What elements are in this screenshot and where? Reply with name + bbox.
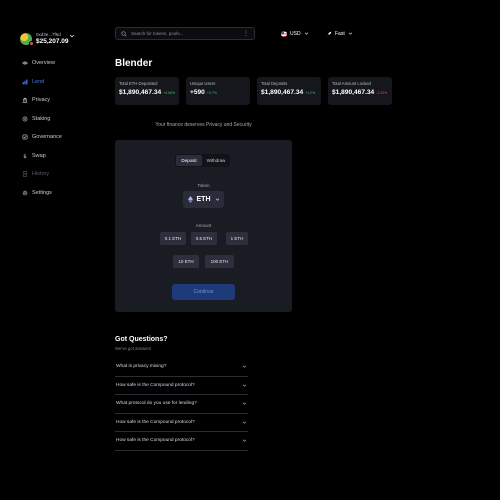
- amount-option[interactable]: 0.1 ETH: [160, 232, 186, 245]
- avatar: [20, 33, 34, 46]
- token-name: ETH: [196, 196, 211, 203]
- speed-selector[interactable]: Fast: [327, 29, 353, 38]
- sidebar-item-settings[interactable]: Settings: [22, 184, 92, 203]
- svg-text:$: $: [23, 154, 26, 159]
- eye-icon: [22, 61, 28, 65]
- chevron-down-icon: [242, 365, 247, 368]
- sidebar-item-swap[interactable]: $ Swap: [22, 147, 92, 166]
- sidebar-item-label: History: [32, 171, 50, 178]
- us-flag-icon: [281, 30, 287, 37]
- chart-icon: [22, 79, 28, 85]
- tab-withdraw[interactable]: Withdraw: [203, 155, 229, 166]
- stat-label: Unique Users: [190, 81, 216, 86]
- chevron-down-icon: [348, 32, 352, 35]
- sidebar-item-label: Settings: [32, 189, 52, 196]
- amount-option[interactable]: 0.5 ETH: [191, 232, 217, 245]
- sidebar-item-privacy[interactable]: Privacy: [22, 91, 92, 110]
- stat-card: Unique Users +590 +0.7%: [186, 77, 250, 105]
- stats-row: Total ETH Deposited $1,890,467.34 +4.56%…: [115, 77, 392, 105]
- faq-item[interactable]: How safe is the Compound protocol?: [115, 377, 248, 395]
- stat-delta: +4.56%: [163, 91, 176, 96]
- amount-label: Amount: [195, 223, 212, 228]
- rocket-icon: [327, 31, 332, 36]
- faq-question: What is privacy mixing?: [116, 364, 167, 370]
- faq-item[interactable]: What is privacy mixing?: [115, 358, 248, 377]
- currency-label: USD: [290, 30, 301, 37]
- deposit-card: Deposit Withdraw Token ETH Amount 0.1 ET…: [115, 140, 292, 312]
- layers-icon: [22, 116, 28, 122]
- tab-deposit[interactable]: Deposit: [176, 155, 202, 166]
- stat-delta: -1.02%: [376, 91, 388, 96]
- chevron-down-icon: [304, 32, 308, 35]
- chevron-down-icon: [242, 421, 247, 424]
- stat-delta: +0.7%: [206, 91, 217, 96]
- amount-option[interactable]: 1 ETH: [226, 232, 248, 245]
- sidebar-item-label: Overview: [32, 60, 55, 67]
- account-balance: $25,207.09: [36, 38, 69, 45]
- stat-card: Total Deposits $1,890,467.34 +1.2%: [257, 77, 321, 105]
- faq-item[interactable]: What protocol do you use for lending?: [115, 395, 248, 414]
- stat-label: Total Deposits: [261, 81, 288, 86]
- amount-option[interactable]: 10 ETH: [173, 255, 199, 268]
- stat-label: Total Amount Locked: [332, 81, 371, 86]
- faq-list: What is privacy mixing? How safe is the …: [115, 358, 248, 451]
- sidebar-item-label: Lend: [32, 78, 45, 85]
- sidebar-item-label: Privacy: [32, 97, 51, 104]
- stat-card: Total Amount Locked $1,890,467.34 -1.02%: [328, 77, 392, 105]
- chevron-down-icon: [242, 402, 247, 405]
- faq-item[interactable]: How safe is the Compound protocol?: [115, 414, 248, 432]
- sidebar-item-history[interactable]: History: [22, 165, 92, 184]
- faq-question: What protocol do you use for lending?: [116, 401, 197, 407]
- network-dot: [29, 41, 34, 46]
- amount-option[interactable]: 100 ETH: [205, 255, 234, 268]
- continue-button[interactable]: Continue: [172, 284, 235, 300]
- stat-value: $1,890,467.34: [332, 89, 375, 97]
- gear-icon: [22, 190, 28, 196]
- faq-question: How safe is the Compound protocol?: [116, 419, 195, 425]
- search-bar: ⋮: [115, 27, 255, 40]
- faq-item[interactable]: How safe is the Compound protocol?: [115, 432, 248, 451]
- page-title: Blender: [115, 58, 153, 69]
- chevron-down-icon[interactable]: [69, 33, 75, 39]
- faq-question: How safe is the Compound protocol?: [116, 382, 195, 388]
- search-input[interactable]: [131, 31, 239, 36]
- dollar-icon: $: [23, 154, 26, 159]
- bank-icon: [22, 97, 28, 103]
- deposit-withdraw-toggle: Deposit Withdraw: [175, 154, 230, 167]
- sidebar-item-governance[interactable]: Governance: [22, 128, 92, 147]
- chevron-down-icon: [242, 439, 247, 442]
- sidebar-item-label: Governance: [32, 134, 62, 141]
- ethereum-icon: [187, 196, 193, 203]
- stat-value: $1,890,467.34: [119, 89, 162, 97]
- tagline: Your finance deserves Privacy and Securi…: [155, 122, 252, 128]
- stat-label: Total ETH Deposited: [119, 81, 158, 86]
- sidebar-item-label: Swap: [32, 152, 46, 159]
- faq-question: How safe is the Compound protocol?: [116, 438, 195, 444]
- speed-label: Fast: [335, 30, 345, 37]
- sidebar-item-staking[interactable]: Staking: [22, 110, 92, 129]
- stat-value: $1,890,467.34: [261, 89, 304, 97]
- more-options-icon[interactable]: ⋮: [243, 31, 249, 37]
- stat-value: +590: [190, 89, 205, 97]
- account-name: 0xd3e...7f6d: [36, 31, 61, 37]
- stat-delta: +1.2%: [305, 91, 316, 96]
- token-label: Token: [197, 183, 210, 188]
- account-switcher[interactable]: 0xd3e...7f6d $25,207.09: [20, 28, 80, 50]
- sidebar-item-lend[interactable]: Lend: [22, 73, 92, 92]
- chevron-down-icon: [215, 198, 219, 201]
- governance-icon: [22, 134, 28, 140]
- token-select[interactable]: ETH: [183, 191, 224, 208]
- stat-card: Total ETH Deposited $1,890,467.34 +4.56%: [115, 77, 179, 105]
- sidebar-item-overview[interactable]: Overview: [22, 54, 92, 73]
- faq-title: Got Questions?: [115, 336, 168, 343]
- chevron-down-icon: [242, 384, 247, 387]
- sidebar-nav: Overview Lend Privacy Staking Governance…: [22, 54, 92, 202]
- account-info: 0xd3e...7f6d $25,207.09: [36, 31, 69, 46]
- sidebar-item-label: Staking: [32, 115, 51, 122]
- document-icon: [22, 171, 28, 177]
- search-icon: [121, 30, 127, 37]
- faq-subtitle: We've got answers: [115, 346, 152, 351]
- currency-selector[interactable]: USD: [281, 29, 309, 38]
